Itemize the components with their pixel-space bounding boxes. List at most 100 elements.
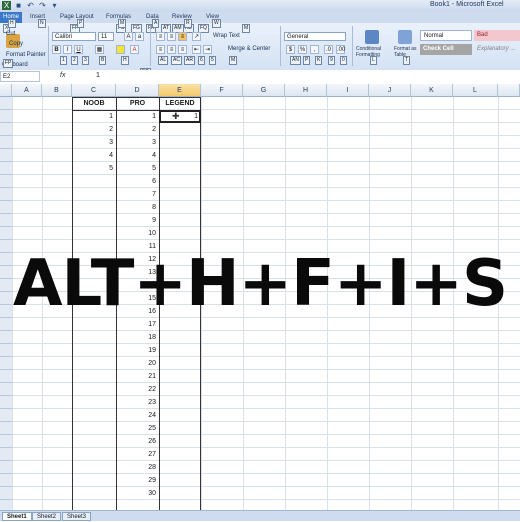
merge-center-button[interactable]: Merge & Center bbox=[228, 46, 270, 52]
italic-button[interactable]: I bbox=[63, 45, 72, 54]
row-header[interactable] bbox=[0, 188, 12, 201]
row-header[interactable] bbox=[0, 422, 12, 435]
style-normal[interactable]: Normal bbox=[420, 30, 472, 41]
number-format-select[interactable]: General bbox=[284, 32, 346, 41]
select-all-corner[interactable] bbox=[0, 84, 12, 97]
pro-cell[interactable]: 19 bbox=[116, 344, 159, 357]
column-header-h[interactable]: H bbox=[285, 84, 327, 97]
increase-indent-icon[interactable]: ⇥ bbox=[203, 45, 212, 54]
active-cell-e2[interactable] bbox=[159, 110, 201, 123]
row-header[interactable] bbox=[0, 370, 12, 383]
column-header-f[interactable]: F bbox=[201, 84, 243, 97]
pro-cell[interactable]: 29 bbox=[116, 474, 159, 487]
name-box[interactable]: E2 bbox=[0, 71, 40, 82]
save-icon[interactable]: ■ bbox=[14, 1, 23, 10]
pro-cell[interactable]: 10 bbox=[116, 227, 159, 240]
style-check-cell[interactable]: Check Cell bbox=[420, 44, 472, 55]
fill-color-icon[interactable] bbox=[116, 45, 125, 54]
style-explanatory[interactable]: Explanatory ... bbox=[474, 44, 520, 55]
bold-button[interactable]: B bbox=[52, 45, 61, 54]
align-middle-icon[interactable]: ≡ bbox=[167, 32, 176, 41]
align-center-icon[interactable]: ≡ bbox=[167, 45, 176, 54]
formula-input[interactable]: 1 bbox=[96, 72, 100, 79]
row-header[interactable] bbox=[0, 344, 12, 357]
column-header-k[interactable]: K bbox=[411, 84, 453, 97]
pro-cell[interactable]: 24 bbox=[116, 409, 159, 422]
noob-cell[interactable]: 4 bbox=[72, 149, 116, 162]
insert-function-icon[interactable]: fx bbox=[60, 72, 65, 79]
row-header[interactable] bbox=[0, 97, 12, 110]
column-header-c[interactable]: C bbox=[72, 84, 116, 97]
grow-font-icon[interactable]: A bbox=[124, 32, 133, 41]
pro-cell[interactable]: 4 bbox=[116, 149, 159, 162]
percent-icon[interactable]: % bbox=[298, 45, 307, 54]
row-header[interactable] bbox=[0, 357, 12, 370]
pro-cell[interactable]: 30 bbox=[116, 487, 159, 500]
pro-cell[interactable]: 6 bbox=[116, 175, 159, 188]
row-header[interactable] bbox=[0, 110, 12, 123]
column-header-b[interactable]: B bbox=[42, 84, 72, 97]
font-color-icon[interactable]: A bbox=[130, 45, 139, 54]
wrap-text-button[interactable]: Wrap Text bbox=[213, 33, 240, 39]
pro-cell[interactable]: 1 bbox=[116, 110, 159, 123]
row-header[interactable] bbox=[0, 474, 12, 487]
pro-cell[interactable]: 23 bbox=[116, 396, 159, 409]
pro-cell[interactable]: 2 bbox=[116, 123, 159, 136]
header-noob[interactable]: NOOB bbox=[72, 97, 116, 110]
row-header[interactable] bbox=[0, 448, 12, 461]
pro-cell[interactable]: 22 bbox=[116, 383, 159, 396]
pro-cell[interactable]: 3 bbox=[116, 136, 159, 149]
noob-cell[interactable]: 5 bbox=[72, 162, 116, 175]
row-header[interactable] bbox=[0, 435, 12, 448]
redo-icon[interactable]: ↷ bbox=[38, 1, 47, 10]
pro-cell[interactable]: 20 bbox=[116, 357, 159, 370]
column-header-m[interactable] bbox=[498, 84, 520, 97]
format-painter-button[interactable]: Format Painter bbox=[6, 52, 46, 58]
pro-cell[interactable]: 28 bbox=[116, 461, 159, 474]
increase-decimal-icon[interactable]: .0 bbox=[324, 45, 333, 54]
align-bottom-icon[interactable]: ≡ bbox=[178, 32, 187, 41]
pro-cell[interactable]: 8 bbox=[116, 201, 159, 214]
row-header[interactable] bbox=[0, 123, 12, 136]
column-header-i[interactable]: I bbox=[327, 84, 369, 97]
pro-cell[interactable]: 25 bbox=[116, 422, 159, 435]
cut-button[interactable]: Cut bbox=[6, 31, 15, 37]
orientation-icon[interactable]: ↗ bbox=[192, 32, 201, 41]
noob-cell[interactable]: 2 bbox=[72, 123, 116, 136]
pro-cell[interactable]: 5 bbox=[116, 162, 159, 175]
row-header[interactable] bbox=[0, 149, 12, 162]
undo-icon[interactable]: ↶ bbox=[26, 1, 35, 10]
style-bad[interactable]: Bad bbox=[474, 30, 520, 41]
row-header[interactable] bbox=[0, 201, 12, 214]
decrease-decimal-icon[interactable]: .00 bbox=[336, 45, 345, 54]
row-header[interactable] bbox=[0, 331, 12, 344]
noob-cell[interactable]: 3 bbox=[72, 136, 116, 149]
align-left-icon[interactable]: ≡ bbox=[156, 45, 165, 54]
pro-cell[interactable]: 21 bbox=[116, 370, 159, 383]
pro-cell[interactable]: 9 bbox=[116, 214, 159, 227]
header-pro[interactable]: PRO bbox=[116, 97, 159, 110]
column-header-j[interactable]: J bbox=[369, 84, 411, 97]
font-name-select[interactable]: Calibri bbox=[52, 32, 96, 41]
row-header[interactable] bbox=[0, 214, 12, 227]
header-legend[interactable]: LEGEND bbox=[159, 97, 201, 110]
align-right-icon[interactable]: ≡ bbox=[178, 45, 187, 54]
pro-cell[interactable]: 27 bbox=[116, 448, 159, 461]
conditional-formatting-icon[interactable] bbox=[365, 30, 379, 44]
font-size-select[interactable]: 11 bbox=[98, 32, 114, 41]
excel-logo-icon[interactable]: X bbox=[2, 1, 11, 10]
column-header-g[interactable]: G bbox=[243, 84, 285, 97]
align-top-icon[interactable]: ≡ bbox=[156, 32, 165, 41]
column-header-e[interactable]: E bbox=[159, 84, 201, 97]
copy-button[interactable]: Copy bbox=[9, 41, 23, 47]
row-header[interactable] bbox=[0, 227, 12, 240]
row-header[interactable] bbox=[0, 136, 12, 149]
column-header-a[interactable]: A bbox=[12, 84, 42, 97]
row-header[interactable] bbox=[0, 396, 12, 409]
format-as-table-icon[interactable] bbox=[398, 30, 412, 44]
column-header-l[interactable]: L bbox=[453, 84, 498, 97]
column-header-d[interactable]: D bbox=[116, 84, 159, 97]
row-header[interactable] bbox=[0, 487, 12, 500]
comma-icon[interactable]: , bbox=[310, 45, 319, 54]
pro-cell[interactable]: 18 bbox=[116, 331, 159, 344]
